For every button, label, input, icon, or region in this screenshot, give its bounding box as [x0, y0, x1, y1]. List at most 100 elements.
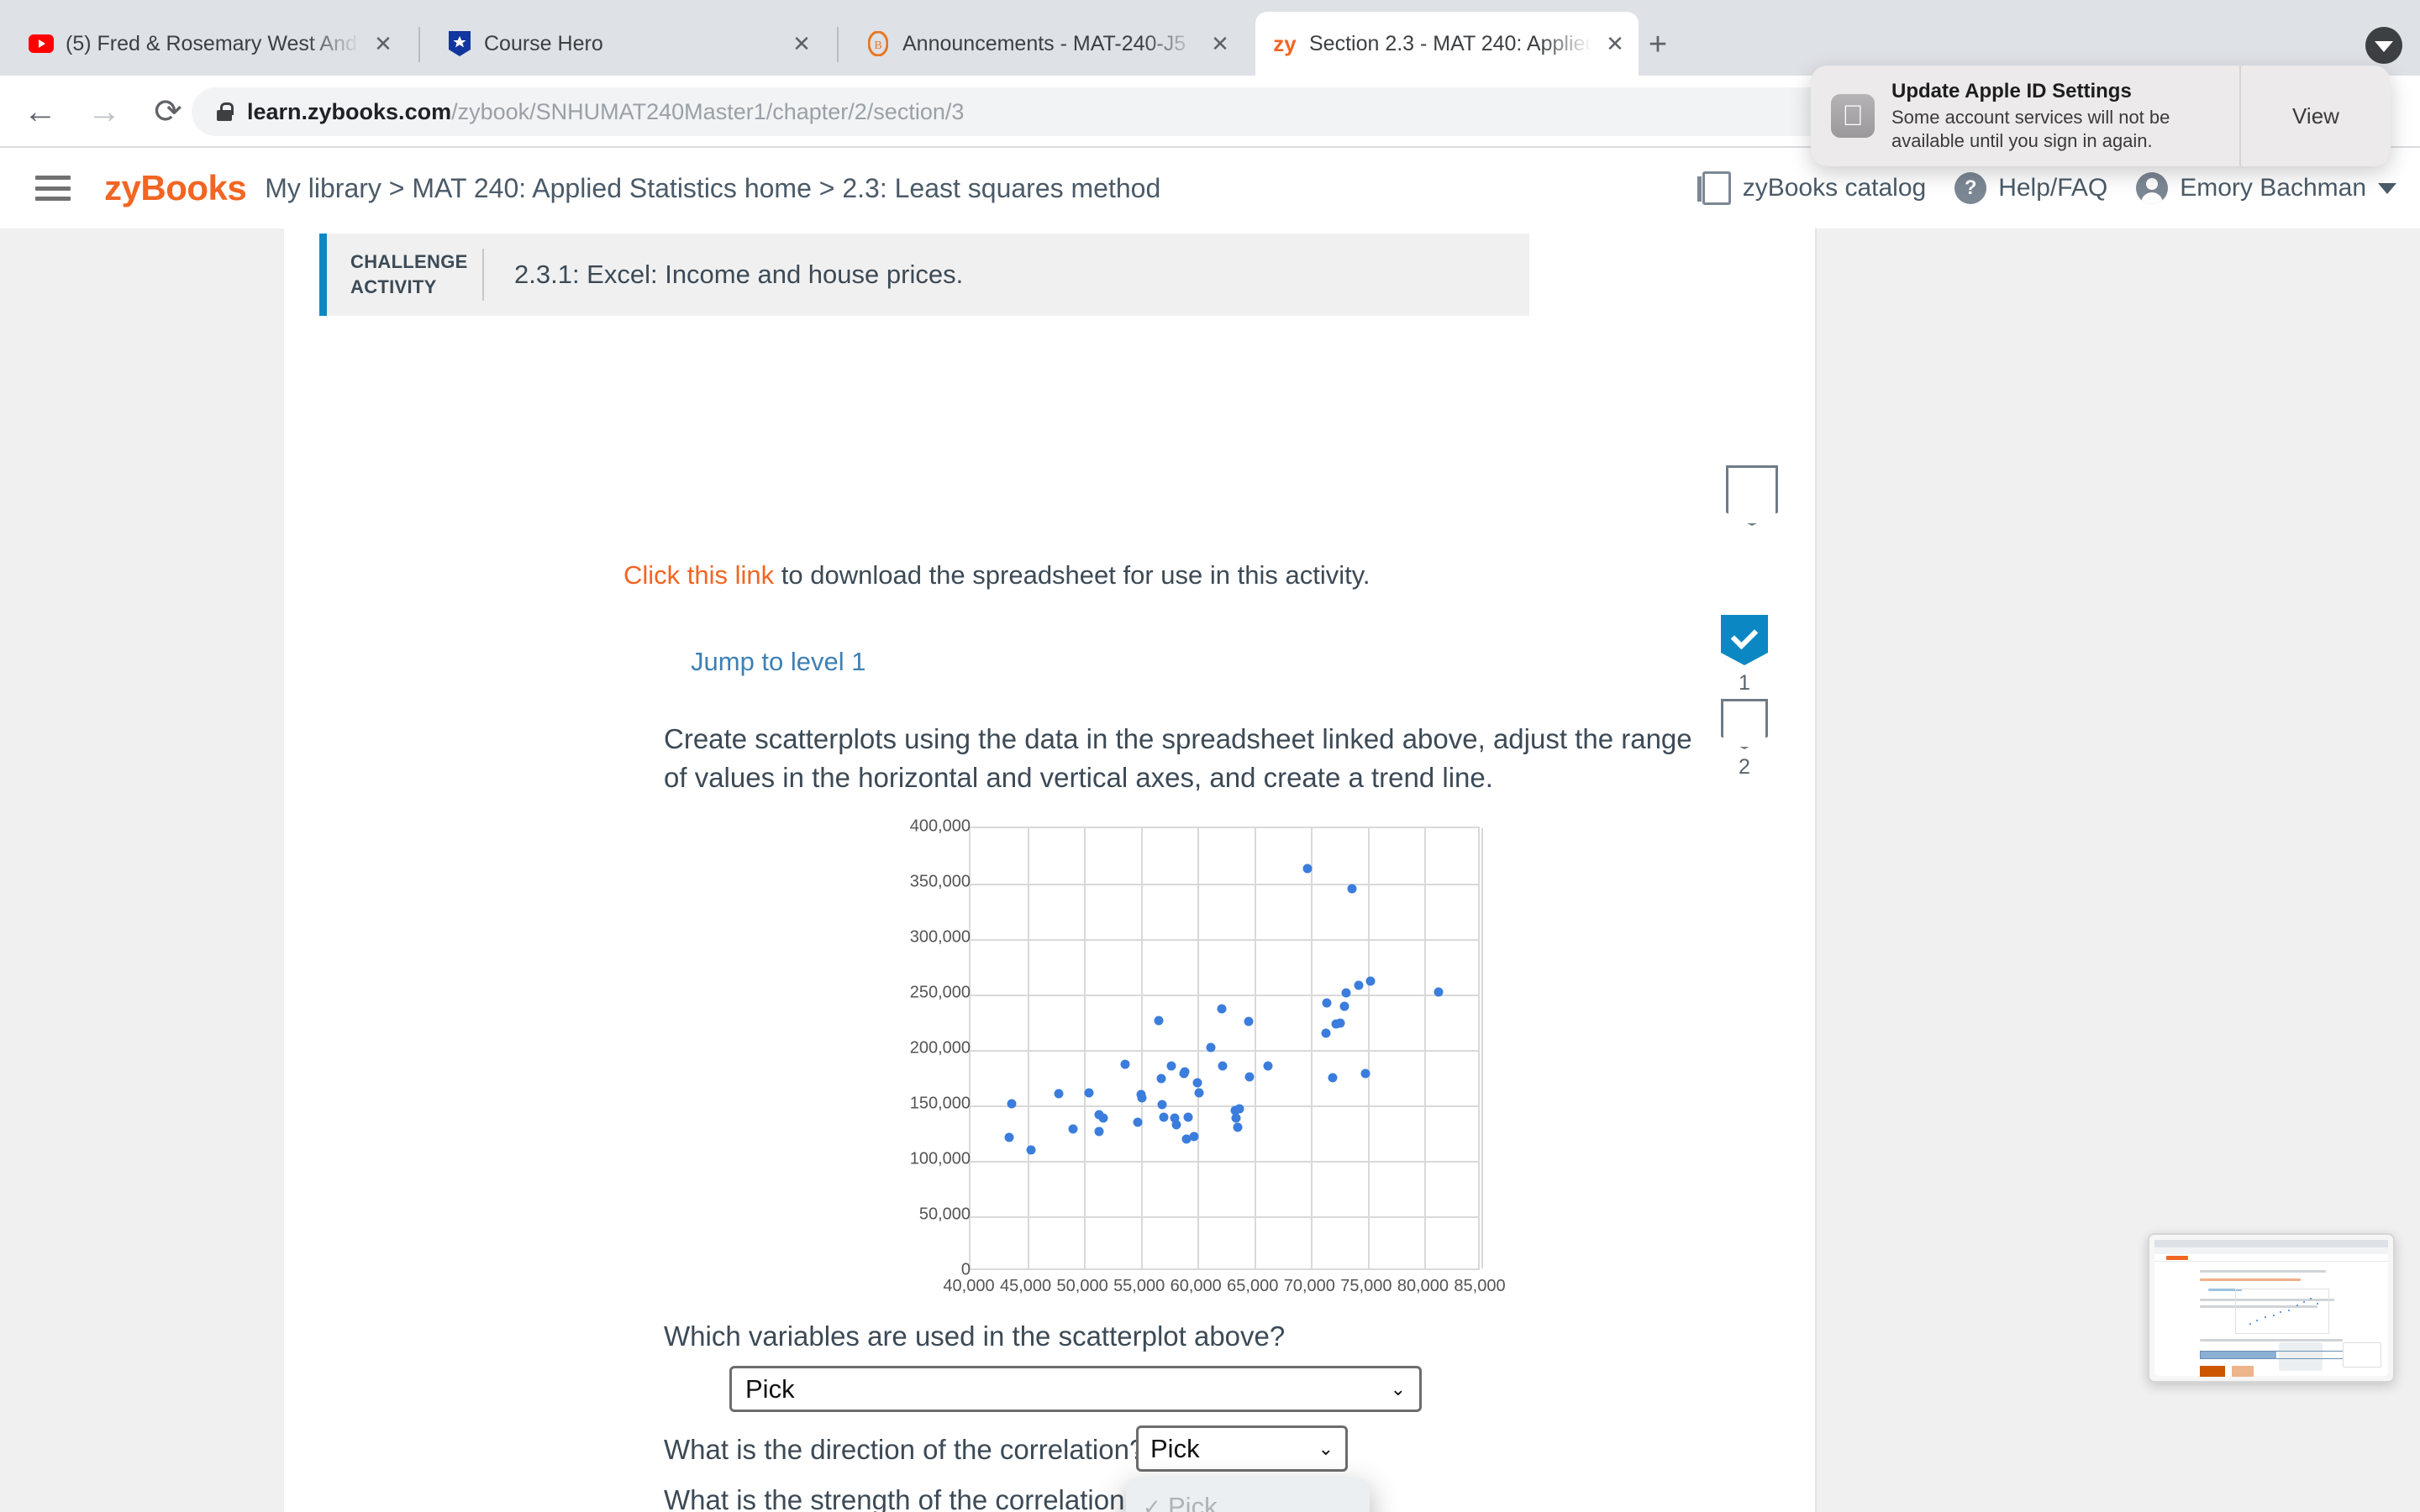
thumbnail-appheader	[2154, 1254, 2388, 1262]
scatter-point	[1206, 1042, 1216, 1053]
zybooks-logo[interactable]: zyBooks	[104, 168, 247, 208]
close-icon[interactable]: ✕	[1603, 31, 1627, 56]
select-direction[interactable]: Pick ⌄	[1136, 1425, 1348, 1472]
browser-tab-title: (5) Fred & Rosemary West And	[66, 31, 357, 55]
download-link-line: Click this link to download the spreadsh…	[623, 560, 1370, 591]
scatter-point	[1137, 1093, 1147, 1103]
activity-kind-line1: CHALLENGE	[350, 251, 468, 273]
question-variables-label: Which variables are used in the scatterp…	[664, 1320, 1286, 1352]
scatter-point	[1194, 1088, 1204, 1098]
scatter-point	[1263, 1061, 1273, 1071]
challenge-activity-header: CHALLENGE ACTIVITY 2.3.1: Excel: Income …	[319, 234, 1529, 316]
user-name: Emory Bachman	[2180, 174, 2366, 202]
scatter-point	[1004, 1132, 1014, 1142]
back-button[interactable]: ←	[17, 88, 64, 135]
scatter-point	[1192, 1078, 1202, 1088]
gridline-horizontal	[971, 995, 1478, 996]
download-spreadsheet-link[interactable]: Click this link	[623, 560, 774, 590]
close-icon[interactable]: ✕	[790, 31, 813, 56]
thumbnail-check-button	[2200, 1366, 2225, 1377]
catalog-icon	[1697, 171, 1731, 205]
scatter-point	[1156, 1074, 1166, 1084]
y-tick-label: 200,000	[909, 1038, 971, 1058]
address-bar-url: learn.zybooks.com/zybook/SNHUMAT240Maste…	[247, 99, 964, 125]
browser-tab-2[interactable]: B Announcements - MAT-240-J5 ✕	[849, 12, 1244, 76]
chevron-down-icon: ⌄	[1390, 1378, 1406, 1399]
gridline-vertical	[1367, 828, 1370, 1268]
thumbnail-next-button	[2232, 1366, 2254, 1377]
scatter-point	[1133, 1117, 1143, 1127]
thumbnail-chart	[2235, 1289, 2329, 1334]
gridline-horizontal	[971, 1216, 1478, 1218]
chevron-down-icon: ⌄	[1318, 1437, 1334, 1459]
url-path: /zybook/SNHUMAT240Master1/chapter/2/sect…	[451, 98, 965, 124]
y-tick-label: 300,000	[909, 927, 971, 947]
scatter-point	[1171, 1120, 1181, 1130]
close-icon[interactable]: ✕	[1208, 31, 1232, 56]
activity-instruction: Create scatterplots using the data in th…	[664, 723, 1692, 793]
browser-tab-0[interactable]: (5) Fred & Rosemary West And ✕	[12, 12, 407, 76]
y-tick-label: 350,000	[909, 872, 971, 891]
thumbnail-nested-preview	[2343, 1342, 2381, 1368]
chevron-down-icon[interactable]	[2365, 27, 2402, 64]
scatter-point	[1302, 864, 1313, 874]
gridline-vertical	[1311, 828, 1313, 1268]
screen-share-thumbnail[interactable]	[2148, 1233, 2395, 1383]
dropdown-option-label: Pick	[1168, 1492, 1218, 1512]
gridline-vertical	[1140, 828, 1143, 1268]
gridline-vertical	[1084, 828, 1086, 1268]
browser-tab-3[interactable]: zy Section 2.3 - MAT 240: Applied ✕	[1255, 12, 1639, 76]
question-strength-label: What is the strength of the correlation?	[664, 1484, 1140, 1512]
empty-flag-icon	[1721, 699, 1768, 749]
thumbnail-tabbar	[2154, 1240, 2388, 1247]
browser-tab-title: Announcements - MAT-240-J5	[902, 31, 1186, 55]
scatter-point	[1321, 1028, 1331, 1038]
divider	[482, 249, 484, 301]
level-marker-1[interactable]: 1	[1721, 615, 1768, 696]
select-variables-value: Pick	[745, 1373, 795, 1404]
page-body: CHALLENGE ACTIVITY 2.3.1: Excel: Income …	[0, 228, 2420, 1512]
level-number: 1	[1739, 671, 1750, 695]
scatter-point	[1189, 1131, 1199, 1142]
scatter-point	[1098, 1113, 1108, 1123]
system-notification[interactable]:  Update Apple ID Settings Some account …	[1811, 66, 2391, 166]
scatter-point	[1084, 1088, 1093, 1098]
dropdown-option[interactable]: ✓ Pick	[1126, 1488, 1370, 1512]
y-tick-label: 250,000	[909, 983, 971, 1002]
gridline-vertical	[1254, 828, 1256, 1268]
notification-view-button[interactable]: View	[2239, 66, 2391, 166]
user-avatar-icon	[2136, 172, 2169, 204]
jump-to-level-link[interactable]: Jump to level 1	[691, 647, 866, 677]
gridline-horizontal	[971, 884, 1478, 885]
x-tick-label: 85,000	[1454, 1277, 1506, 1295]
user-menu-button[interactable]: Emory Bachman	[2136, 172, 2396, 204]
strength-dropdown-menu[interactable]: ✓PickModerateNo correlationStrongWeak	[1126, 1478, 1370, 1512]
menu-icon[interactable]	[35, 176, 71, 201]
tab-divider	[418, 27, 420, 62]
scatter-point	[1120, 1059, 1130, 1068]
reload-button[interactable]: ⟳	[145, 88, 192, 135]
scatter-point	[1339, 1001, 1349, 1011]
address-bar[interactable]: learn.zybooks.com/zybook/SNHUMAT240Maste…	[192, 87, 2091, 136]
scatter-point	[1068, 1124, 1078, 1134]
breadcrumb[interactable]: My library > MAT 240: Applied Statistics…	[265, 173, 1160, 204]
browser-tab-title: Course Hero	[484, 31, 603, 55]
zybooks-icon: zy	[1273, 31, 1297, 56]
check-icon	[1721, 615, 1768, 665]
chevron-down-icon	[2378, 182, 2396, 194]
help-faq-button[interactable]: ? Help/FAQ	[1954, 172, 2107, 204]
forward-button[interactable]: →	[81, 88, 128, 135]
question-mark-icon: ?	[1954, 172, 1987, 204]
close-icon[interactable]: ✕	[371, 31, 395, 56]
browser-tab-1[interactable]: Course Hero ✕	[430, 12, 825, 76]
catalog-label: zyBooks catalog	[1742, 174, 1927, 202]
select-variables[interactable]: Pick ⌄	[729, 1366, 1422, 1412]
scatter-point	[1233, 1122, 1242, 1132]
scatter-point	[1231, 1113, 1241, 1123]
y-tick-label: 100,000	[909, 1149, 971, 1168]
zybooks-catalog-button[interactable]: zyBooks catalog	[1697, 171, 1927, 205]
tab-divider	[837, 27, 839, 62]
scatter-point	[1360, 1068, 1370, 1079]
new-tab-button[interactable]: +	[1639, 25, 1677, 64]
level-marker-2[interactable]: 2	[1721, 699, 1768, 780]
